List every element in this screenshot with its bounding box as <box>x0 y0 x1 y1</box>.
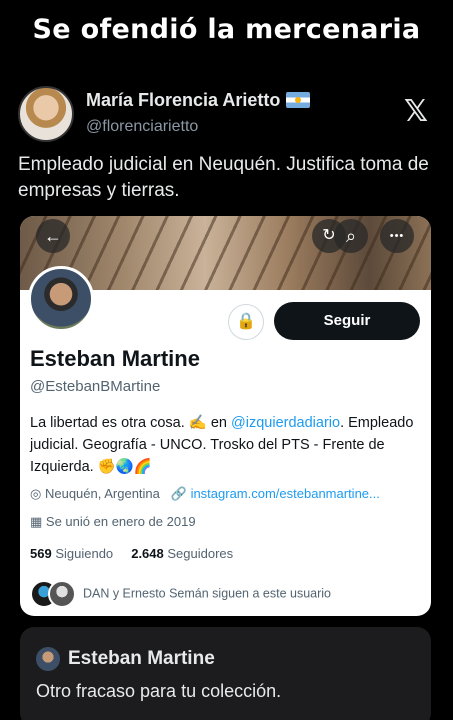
profile-meta-row: ◎ Neuquén, Argentina 🔗 instagram.com/est… <box>30 486 380 502</box>
reply-text: Otro fracaso para tu colección. <box>36 681 282 701</box>
location-icon: ◎ <box>30 486 42 501</box>
bio-text-1: La libertad es otra cosa. ✍️ en <box>30 415 232 431</box>
profile-bio: La libertad es otra cosa. ✍️ en @izquier… <box>30 412 425 478</box>
profile-handle: @EstebanBMartine <box>30 378 161 395</box>
joined-row: ▦ Se unió en enero de 2019 <box>30 514 196 530</box>
profile-name: Esteban Martine <box>30 346 200 371</box>
follow-button[interactable]: Seguir <box>274 302 420 340</box>
author-handle[interactable]: @florenciarietto <box>86 118 198 136</box>
headline: Se ofendió la mercenaria <box>32 14 421 45</box>
followed-by-text: DAN y Ernesto Semán siguen a este usuari… <box>82 586 331 601</box>
tweet-text: Empleado judicial en Neuquén. Justifica … <box>18 154 429 201</box>
author-name[interactable]: María Florencia Arietto <box>86 90 280 110</box>
author-avatar[interactable] <box>18 86 74 142</box>
location-text: Neuquén, Argentina <box>44 486 160 501</box>
profile-avatar[interactable] <box>28 266 94 332</box>
followers-stat[interactable]: 2.648 Seguidores <box>131 546 233 561</box>
profile-stats: 569 Siguiendo 2.648 Seguidores <box>30 546 233 561</box>
search-icon[interactable]: ⌕ <box>334 219 368 253</box>
calendar-icon: ▦ <box>30 514 43 529</box>
x-logo-icon: 𝕏 <box>403 94 428 129</box>
followed-by-row[interactable]: DAN y Ernesto Semán siguen a este usuari… <box>30 580 331 608</box>
author-name-row[interactable]: María Florencia Arietto <box>86 90 311 111</box>
reply-author-name[interactable]: Esteban Martine <box>68 648 215 670</box>
back-arrow-icon[interactable]: ← <box>36 219 70 253</box>
bio-link[interactable]: @izquierdadiario <box>231 415 340 431</box>
more-icon[interactable]: ••• <box>380 219 414 253</box>
reply-avatar[interactable] <box>36 647 60 671</box>
argentina-flag-icon <box>286 92 311 108</box>
reply-tweet[interactable]: Esteban Martine Otro fracaso para tu col… <box>20 627 431 720</box>
website-link[interactable]: instagram.com/estebanmartine... <box>191 486 380 501</box>
lock-icon[interactable]: 🔒 <box>228 304 264 340</box>
profile-card[interactable]: ← ↻ ⌕ ••• 🔒 Seguir Esteban Martine @Este… <box>20 216 431 616</box>
tweet-header: María Florencia Arietto @florenciarietto… <box>18 86 438 142</box>
following-stat[interactable]: 569 Siguiendo <box>30 546 113 561</box>
follower-avatar <box>48 580 76 608</box>
link-icon: 🔗 <box>170 486 187 501</box>
joined-date: Se unió en enero de 2019 <box>45 514 196 529</box>
